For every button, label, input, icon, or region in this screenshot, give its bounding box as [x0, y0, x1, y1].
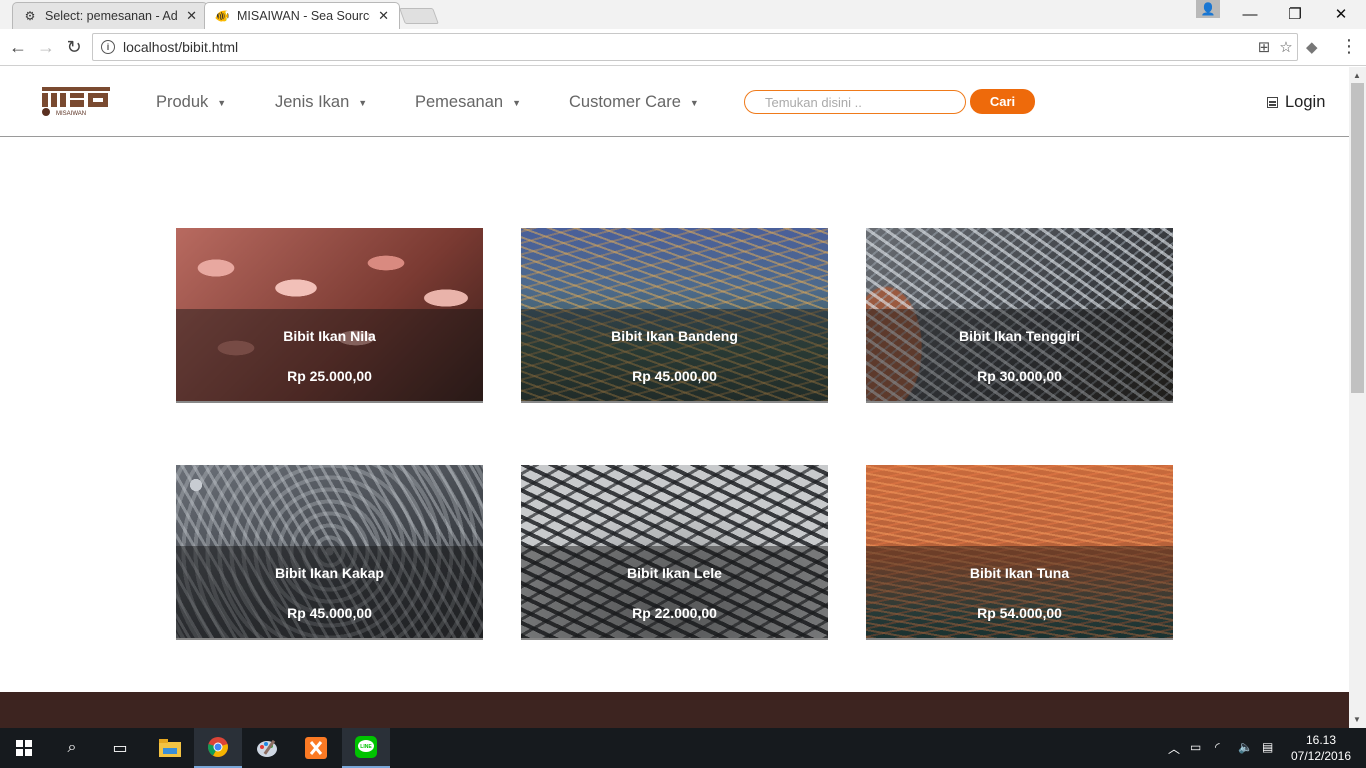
- caret-down-icon: ▼: [217, 97, 227, 108]
- new-tab-button[interactable]: [399, 8, 439, 24]
- file-explorer-icon[interactable]: [146, 728, 194, 768]
- search-input[interactable]: Temukan disini ..: [744, 90, 966, 114]
- kebab-menu-icon[interactable]: ⋮: [1340, 36, 1358, 57]
- login-label: Login: [1285, 93, 1326, 111]
- nav-produk[interactable]: Produk ▼: [156, 93, 226, 112]
- product-name: Bibit Ikan Bandeng: [611, 328, 738, 344]
- card-overlay: [521, 546, 828, 638]
- product-price: Rp 25.000,00: [287, 368, 372, 384]
- product-card[interactable]: Bibit Ikan Tenggiri Rp 30.000,00: [866, 228, 1173, 403]
- card-overlay: [866, 546, 1173, 638]
- profile-icon[interactable]: 👤: [1196, 0, 1220, 18]
- browser-toolbar: ← → ↻ i localhost/bibit.html ⊞ ☆ ◆ ⋮: [0, 29, 1366, 66]
- search-icon[interactable]: ⌕: [48, 728, 96, 768]
- extension-icon[interactable]: ◆: [1306, 38, 1318, 56]
- nav-label: Produk: [156, 93, 209, 111]
- nav-label: Pemesanan: [415, 93, 504, 111]
- chrome-icon[interactable]: [194, 728, 242, 768]
- scrollbar-thumb[interactable]: [1351, 83, 1364, 393]
- nav-label: Customer Care: [569, 93, 681, 111]
- info-icon[interactable]: i: [101, 40, 115, 54]
- xampp-icon[interactable]: [292, 728, 340, 768]
- product-price: Rp 45.000,00: [287, 605, 372, 621]
- page-viewport: MISAIWAN Produk ▼ Jenis Ikan ▼ Pemesanan…: [0, 67, 1349, 728]
- system-clock[interactable]: 16.13 07/12/2016: [1288, 732, 1354, 764]
- nav-pemesanan[interactable]: Pemesanan ▼: [415, 93, 521, 112]
- product-name: Bibit Ikan Nila: [283, 328, 376, 344]
- product-name: Bibit Ikan Kakap: [275, 565, 384, 581]
- minimize-icon[interactable]: —: [1227, 0, 1273, 28]
- caret-down-icon: ▼: [689, 97, 699, 108]
- login-icon: [1267, 97, 1278, 108]
- clock-date: 07/12/2016: [1290, 749, 1352, 763]
- product-price: Rp 30.000,00: [977, 368, 1062, 384]
- browser-tab[interactable]: ⚙ Select: pemesanan - Adm ✕: [12, 2, 208, 29]
- tab-title: MISAIWAN - Sea Source: [237, 9, 371, 23]
- caret-down-icon: ▼: [512, 97, 521, 108]
- product-name: Bibit Ikan Lele: [627, 565, 722, 581]
- product-price: Rp 54.000,00: [977, 605, 1062, 621]
- site-footer: [0, 692, 1349, 728]
- task-view-icon[interactable]: ▭: [96, 728, 144, 768]
- site-header: MISAIWAN Produk ▼ Jenis Ikan ▼ Pemesanan…: [0, 67, 1349, 137]
- product-card[interactable]: Bibit Ikan Kakap Rp 45.000,00: [176, 465, 483, 640]
- fish-icon: 🐠: [214, 9, 230, 23]
- translate-icon[interactable]: ⊞: [1253, 38, 1275, 56]
- address-bar[interactable]: i localhost/bibit.html ⊞ ☆: [92, 33, 1298, 61]
- product-price: Rp 22.000,00: [632, 605, 717, 621]
- volume-icon[interactable]: 🔈: [1238, 740, 1253, 754]
- site-logo[interactable]: MISAIWAN: [40, 85, 112, 117]
- show-hidden-icons-icon[interactable]: ︿: [1168, 740, 1180, 757]
- logo-text: MISAIWAN: [56, 111, 86, 117]
- page-scrollbar[interactable]: ▲ ▼: [1349, 67, 1366, 728]
- search-button[interactable]: Cari: [970, 89, 1035, 114]
- product-card[interactable]: Bibit Ikan Nila Rp 25.000,00: [176, 228, 483, 403]
- nav-label: Jenis Ikan: [275, 93, 350, 111]
- login-link[interactable]: Login: [1267, 93, 1325, 112]
- svg-text:LINE: LINE: [360, 744, 372, 750]
- close-tab-icon[interactable]: ✕: [378, 8, 389, 24]
- scroll-down-icon[interactable]: ▼: [1353, 715, 1361, 724]
- line-app-icon[interactable]: LINE: [342, 728, 390, 768]
- windows-taskbar: ⌕ ▭ LINE ︿ ▭ ◜ 🔈 ▤ 16.13 07/12/2016: [0, 728, 1366, 768]
- back-arrow-icon[interactable]: ←: [6, 35, 30, 59]
- close-tab-icon[interactable]: ✕: [186, 8, 197, 24]
- product-card[interactable]: Bibit Ikan Tuna Rp 54.000,00: [866, 465, 1173, 640]
- paint-app-icon[interactable]: [243, 728, 291, 768]
- product-name: Bibit Ikan Tenggiri: [958, 328, 1081, 344]
- card-overlay: [176, 309, 483, 401]
- browser-tab-active[interactable]: 🐠 MISAIWAN - Sea Source ✕: [204, 2, 400, 29]
- caret-down-icon: ▼: [358, 97, 368, 108]
- windows-start-icon[interactable]: [0, 728, 48, 768]
- clock-time: 16.13: [1305, 733, 1337, 747]
- browser-tab-strip: ⚙ Select: pemesanan - Adm ✕ 🐠 MISAIWAN -…: [0, 0, 1366, 29]
- url-text[interactable]: localhost/bibit.html: [123, 39, 1253, 55]
- close-window-icon[interactable]: ✕: [1318, 0, 1364, 28]
- product-name: Bibit Ikan Tuna: [969, 565, 1070, 581]
- scroll-up-icon[interactable]: ▲: [1353, 71, 1361, 80]
- nav-customer-care[interactable]: Customer Care ▼: [569, 93, 699, 112]
- document-icon: ⚙: [24, 9, 36, 23]
- nav-jenis-ikan[interactable]: Jenis Ikan ▼: [275, 93, 367, 112]
- wifi-icon[interactable]: ◜: [1215, 740, 1220, 754]
- product-card[interactable]: Bibit Ikan Bandeng Rp 45.000,00: [521, 228, 828, 403]
- card-overlay: [176, 546, 483, 638]
- reload-icon[interactable]: ↻: [62, 35, 86, 59]
- bookmark-star-icon[interactable]: ☆: [1275, 38, 1297, 56]
- card-overlay: [866, 309, 1173, 401]
- logo-graphic: MISAIWAN: [42, 87, 110, 117]
- notification-icon[interactable]: ▤: [1262, 740, 1273, 754]
- tab-title: Select: pemesanan - Adm: [45, 9, 179, 23]
- product-price: Rp 45.000,00: [632, 368, 717, 384]
- product-card[interactable]: Bibit Ikan Lele Rp 22.000,00: [521, 465, 828, 640]
- forward-arrow-icon[interactable]: →: [34, 35, 58, 59]
- restore-icon[interactable]: ❐: [1272, 0, 1318, 28]
- battery-icon[interactable]: ▭: [1190, 740, 1201, 754]
- card-overlay: [521, 309, 828, 401]
